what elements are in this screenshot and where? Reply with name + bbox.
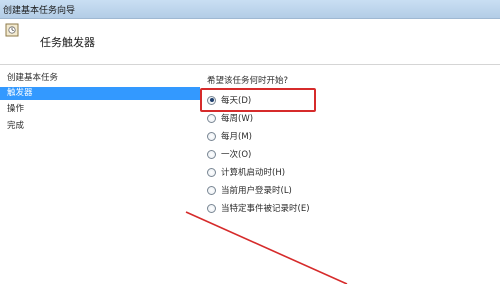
wizard-steps-sidebar: 创建基本任务 触发器 操作 完成 (0, 66, 200, 284)
radio-button[interactable] (207, 149, 216, 159)
wizard-header: 任务触发器 (0, 19, 500, 65)
radio-daily[interactable]: 每天(D) (207, 93, 407, 107)
radio-button[interactable] (207, 167, 216, 177)
sidebar-item-label: 创建基本任务 (7, 73, 59, 83)
sidebar-item-finish[interactable]: 完成 (0, 120, 200, 133)
sidebar-item-label: 操作 (7, 104, 25, 114)
radio-label: 每天(D) (221, 96, 252, 106)
sidebar-item-create-task[interactable]: 创建基本任务 (0, 72, 200, 85)
radio-weekly[interactable]: 每周(W) (207, 111, 407, 125)
radio-label: 每月(M) (221, 132, 252, 142)
page-title: 任务触发器 (40, 36, 95, 49)
trigger-content-panel: 希望该任务何时开始? 每天(D) 每周(W) 每月(M) 一次(O) 计算机启动… (200, 66, 500, 284)
radio-user-logon[interactable]: 当前用户登录时(L) (207, 183, 407, 197)
radio-monthly[interactable]: 每月(M) (207, 129, 407, 143)
radio-label: 计算机启动时(H) (221, 168, 286, 178)
sidebar-item-label: 触发器 (7, 88, 33, 98)
radio-once[interactable]: 一次(O) (207, 147, 407, 161)
sidebar-item-label: 完成 (7, 121, 25, 131)
radio-label: 当前用户登录时(L) (221, 186, 292, 196)
radio-event-logged[interactable]: 当特定事件被记录时(E) (207, 201, 407, 215)
radio-button[interactable] (207, 113, 216, 123)
radio-button[interactable] (207, 185, 216, 195)
sidebar-item-trigger[interactable]: 触发器 (0, 87, 200, 100)
trigger-question: 希望该任务何时开始? (207, 76, 289, 86)
sidebar-item-action[interactable]: 操作 (0, 103, 200, 116)
radio-label: 当特定事件被记录时(E) (221, 204, 310, 214)
task-scheduler-icon (5, 23, 19, 37)
radio-label: 一次(O) (221, 150, 252, 160)
radio-button[interactable] (207, 131, 216, 141)
radio-label: 每周(W) (221, 114, 254, 124)
window-title: 创建基本任务向导 (3, 6, 76, 16)
radio-button-checked[interactable] (207, 95, 216, 105)
title-bar: 创建基本任务向导 (0, 0, 500, 19)
radio-computer-startup[interactable]: 计算机启动时(H) (207, 165, 407, 179)
radio-button[interactable] (207, 203, 216, 213)
